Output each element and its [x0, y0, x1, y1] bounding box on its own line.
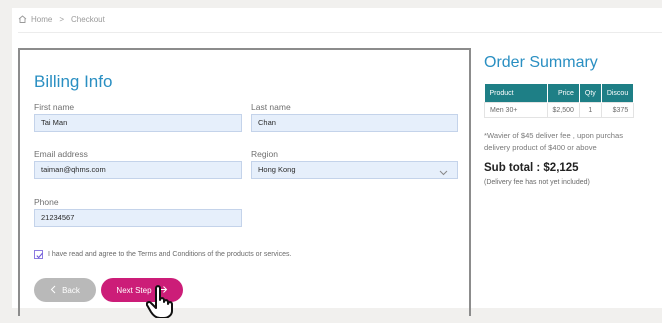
column-header: Discou	[601, 84, 635, 103]
note-line: delivery product of $400 or above	[484, 143, 597, 152]
breadcrumb: Home > Checkout	[18, 12, 105, 26]
table-cell: $375	[600, 102, 635, 118]
table-header-row: Product Price Qty Discou	[484, 84, 635, 103]
column-header: Product	[484, 84, 548, 103]
table-cell: Men 30+	[484, 102, 548, 118]
delivery-fee-disclaimer: (Delivery fee has not yet included)	[484, 179, 590, 186]
breadcrumb-current: Checkout	[71, 14, 105, 24]
terms-checkbox[interactable]	[34, 250, 43, 259]
order-summary: Order Summary Product Price Qty Discou M…	[484, 54, 662, 186]
email-field[interactable]: taiman@qhms.com	[34, 161, 242, 179]
first-name-label: First name	[34, 102, 75, 112]
last-name-label: Last name	[251, 102, 291, 112]
home-icon[interactable]	[18, 15, 27, 23]
order-table: Product Price Qty Discou Men 30+ $2,500 …	[484, 84, 635, 118]
region-select[interactable]: Hong Kong	[251, 161, 458, 179]
last-name-field[interactable]: Chan	[251, 114, 458, 132]
column-header: Price	[547, 84, 580, 103]
note-line: *Wavier of $45 deliver fee , upon purcha…	[484, 131, 624, 140]
delivery-fee-note: *Wavier of $45 deliver fee , upon purcha…	[484, 130, 662, 154]
hand-pointer-icon	[145, 284, 186, 323]
order-summary-title: Order Summary	[484, 54, 598, 71]
chevron-down-icon	[439, 166, 448, 182]
phone-field[interactable]: 21234567	[34, 209, 242, 227]
region-value: Hong Kong	[258, 165, 296, 174]
back-button[interactable]: Back	[34, 278, 96, 302]
email-label: Email address	[34, 149, 88, 159]
breadcrumb-separator: >	[59, 14, 65, 24]
table-row: Men 30+ $2,500 1 $375	[484, 102, 635, 118]
region-label: Region	[251, 149, 278, 159]
table-cell: $2,500	[546, 102, 580, 118]
chevron-left-icon	[50, 285, 56, 296]
first-name-field[interactable]: Tai Man	[34, 114, 242, 132]
billing-title: Billing Info	[34, 72, 113, 91]
checkout-panel: Home > Checkout Billing Info First name …	[12, 8, 662, 319]
billing-info-section: Billing Info First name Tai Man Last nam…	[18, 48, 471, 319]
back-button-label: Back	[62, 285, 80, 295]
table-cell: 1	[578, 102, 602, 118]
terms-agreement: I have read and agree to the Terms and C…	[34, 250, 291, 259]
subtotal: Sub total : $2,125	[484, 162, 579, 174]
breadcrumb-home-link[interactable]: Home	[31, 15, 52, 24]
divider	[18, 32, 662, 33]
phone-label: Phone	[34, 197, 59, 207]
terms-label: I have read and agree to the Terms and C…	[48, 251, 292, 258]
column-header: Qty	[579, 84, 602, 103]
